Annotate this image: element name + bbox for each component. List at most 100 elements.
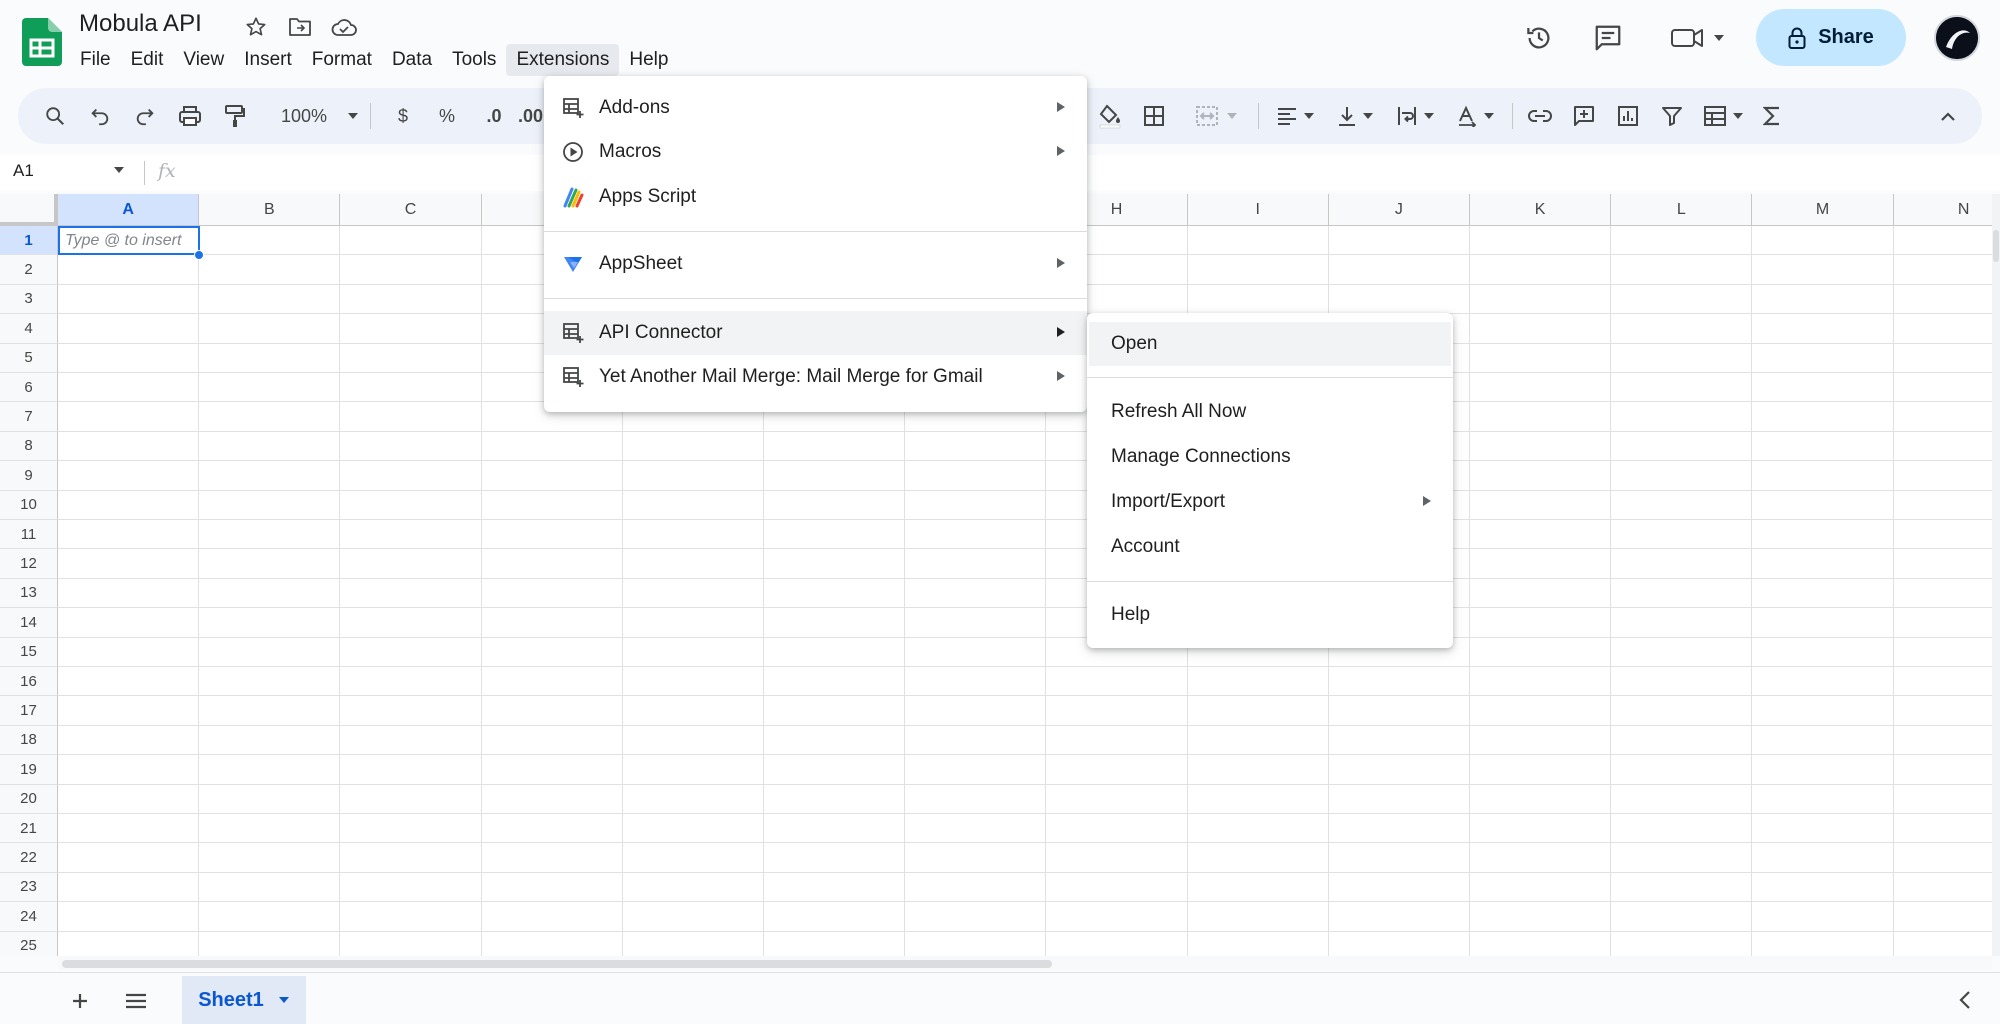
sheet-tab-active[interactable]: Sheet1 [182, 976, 306, 1024]
move-to-folder-icon[interactable] [285, 12, 315, 42]
format-percent-button[interactable]: % [430, 88, 464, 144]
row-header-22[interactable]: 22 [0, 843, 58, 873]
submenu-item-help[interactable]: Help [1087, 593, 1453, 637]
submenu-item-account[interactable]: Account [1087, 525, 1453, 569]
menu-tools[interactable]: Tools [442, 44, 506, 76]
row-header-6[interactable]: 6 [0, 373, 58, 403]
fill-color-icon[interactable] [1092, 88, 1128, 144]
version-history-icon[interactable] [1517, 16, 1561, 60]
share-button[interactable]: Share [1756, 9, 1906, 66]
row-header-15[interactable]: 15 [0, 637, 58, 667]
search-menus-icon[interactable] [38, 88, 72, 144]
row-header-11[interactable]: 11 [0, 520, 58, 550]
select-all-corner[interactable] [0, 194, 58, 226]
row-header-12[interactable]: 12 [0, 549, 58, 579]
menu-item-appsheet[interactable]: AppSheet [544, 242, 1087, 286]
functions-sigma-icon[interactable] [1754, 88, 1790, 144]
zoom-select[interactable]: 100% [264, 88, 376, 144]
print-icon[interactable] [173, 88, 207, 144]
document-title[interactable]: Mobula API [79, 10, 202, 38]
active-cell-a1[interactable]: Type @ to insert [58, 226, 200, 255]
row-header-9[interactable]: 9 [0, 461, 58, 491]
table-view-icon[interactable] [1698, 88, 1748, 144]
comments-icon[interactable] [1586, 16, 1630, 60]
row-header-24[interactable]: 24 [0, 902, 58, 932]
horizontal-align-icon[interactable] [1270, 88, 1320, 144]
merge-cells-icon[interactable] [1186, 88, 1246, 144]
row-header-10[interactable]: 10 [0, 490, 58, 520]
insert-chart-icon[interactable] [1610, 88, 1646, 144]
vertical-align-icon[interactable] [1330, 88, 1380, 144]
cloud-saved-icon[interactable] [329, 12, 359, 42]
format-currency-button[interactable]: $ [386, 88, 420, 144]
menu-insert[interactable]: Insert [234, 44, 302, 76]
menu-item-api-connector[interactable]: API Connector [544, 311, 1087, 355]
menu-item-add-ons[interactable]: Add-ons [544, 86, 1087, 130]
row-header-14[interactable]: 14 [0, 608, 58, 638]
submenu-item-manage-connections[interactable]: Manage Connections [1087, 435, 1453, 479]
row-header-2[interactable]: 2 [0, 255, 58, 285]
column-header-a[interactable]: A [58, 194, 200, 226]
row-header-3[interactable]: 3 [0, 284, 58, 315]
row-header-7[interactable]: 7 [0, 402, 58, 432]
submenu-item-open[interactable]: Open [1089, 322, 1451, 366]
row-header-21[interactable]: 21 [0, 814, 58, 844]
row-header-4[interactable]: 4 [0, 314, 58, 344]
all-sheets-menu-icon[interactable] [118, 986, 154, 1016]
star-icon[interactable] [241, 12, 271, 42]
horizontal-scrollbar-thumb[interactable] [62, 960, 1052, 968]
column-header-n[interactable]: N [1893, 194, 1992, 226]
column-header-l[interactable]: L [1611, 194, 1753, 226]
text-rotation-icon[interactable] [1450, 88, 1500, 144]
menu-item-yamm[interactable]: Yet Another Mail Merge: Mail Merge for G… [544, 355, 1087, 399]
column-header-k[interactable]: K [1470, 194, 1612, 226]
add-sheet-plus-icon[interactable] [62, 986, 98, 1016]
insert-link-icon[interactable] [1522, 88, 1558, 144]
column-header-m[interactable]: M [1752, 194, 1894, 226]
meet-video-icon[interactable] [1664, 16, 1734, 60]
name-box[interactable]: A1 [13, 161, 34, 181]
row-header-25[interactable]: 25 [0, 931, 58, 956]
account-avatar[interactable] [1934, 15, 1980, 61]
row-header-16[interactable]: 16 [0, 667, 58, 697]
row-header-5[interactable]: 5 [0, 343, 58, 373]
chevron-down-icon[interactable] [113, 166, 125, 174]
menu-help[interactable]: Help [619, 44, 678, 76]
row-header-8[interactable]: 8 [0, 431, 58, 462]
column-header-j[interactable]: J [1328, 194, 1470, 226]
row-header-20[interactable]: 20 [0, 784, 58, 814]
row-header-13[interactable]: 13 [0, 578, 58, 609]
row-header-19[interactable]: 19 [0, 755, 58, 785]
text-wrapping-icon[interactable] [1390, 88, 1440, 144]
menu-file[interactable]: File [70, 44, 121, 76]
menu-item-apps-script[interactable]: Apps Script [544, 175, 1087, 219]
paint-format-icon[interactable] [218, 88, 252, 144]
row-header-18[interactable]: 18 [0, 725, 58, 756]
redo-icon[interactable] [128, 88, 162, 144]
menu-item-macros[interactable]: Macros [544, 130, 1087, 174]
sheets-logo-icon[interactable] [22, 18, 62, 66]
column-header-b[interactable]: B [199, 194, 341, 226]
row-header-17[interactable]: 17 [0, 696, 58, 726]
menu-extensions[interactable]: Extensions [506, 44, 620, 76]
fill-handle[interactable] [194, 250, 204, 260]
menu-format[interactable]: Format [302, 44, 382, 76]
chevron-left-icon[interactable] [1958, 990, 1972, 1010]
menu-edit[interactable]: Edit [121, 44, 174, 76]
submenu-item-import-export[interactable]: Import/Export [1087, 480, 1453, 524]
collapse-toolbar-chevron-up-icon[interactable] [1930, 88, 1966, 144]
column-header-i[interactable]: I [1187, 194, 1329, 226]
menu-data[interactable]: Data [382, 44, 442, 76]
row-header-1[interactable]: 1 [0, 226, 58, 256]
vertical-scrollbar[interactable] [1992, 194, 2000, 956]
filter-icon[interactable] [1654, 88, 1690, 144]
submenu-item-refresh-all-now[interactable]: Refresh All Now [1087, 390, 1453, 434]
row-header-23[interactable]: 23 [0, 872, 58, 903]
insert-comment-icon[interactable] [1566, 88, 1602, 144]
decrease-decimal-button[interactable]: .0 [474, 88, 514, 144]
menu-view[interactable]: View [173, 44, 234, 76]
vertical-scrollbar-thumb[interactable] [1993, 230, 1999, 262]
borders-icon[interactable] [1136, 88, 1172, 144]
column-header-c[interactable]: C [340, 194, 482, 226]
undo-icon[interactable] [83, 88, 117, 144]
